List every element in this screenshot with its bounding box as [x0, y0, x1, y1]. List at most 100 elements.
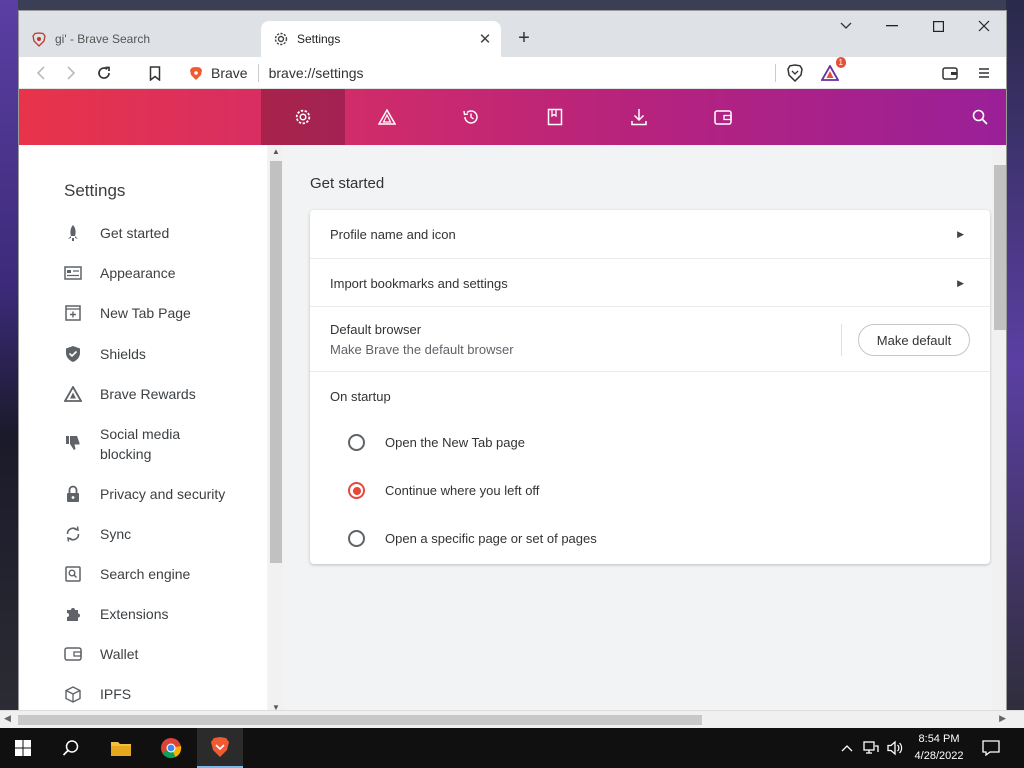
- new-tab-icon: [64, 304, 82, 322]
- bookmark-icon: [149, 65, 161, 81]
- wallet-button[interactable]: [938, 61, 962, 85]
- sidebar-item-sync[interactable]: Sync: [64, 524, 254, 544]
- chrome-button[interactable]: [148, 728, 194, 768]
- tab-title: gi' - Brave Search: [55, 32, 150, 46]
- sidebar-item-label: IPFS: [100, 686, 132, 702]
- page-scrollbar-thumb[interactable]: [994, 165, 1006, 330]
- minimize-button[interactable]: [869, 11, 915, 41]
- taskbar-search-button[interactable]: [48, 728, 94, 768]
- volume-button[interactable]: [885, 738, 905, 758]
- search-icon: [62, 740, 79, 756]
- sidebar-item-ipfs[interactable]: IPFS: [64, 684, 254, 704]
- brave-rewards-button[interactable]: 1: [818, 57, 846, 85]
- sidebar-item-label: New Tab Page: [100, 305, 191, 321]
- clock-time: 8:54 PM: [918, 733, 960, 745]
- sidebar-item-extensions[interactable]: Extensions: [64, 604, 254, 624]
- scroll-left-arrow-icon[interactable]: ◀: [4, 713, 11, 724]
- lock-icon: [64, 485, 82, 503]
- horizontal-scrollbar[interactable]: ◀ ▶: [0, 710, 1024, 728]
- brave-taskbar-button[interactable]: [197, 728, 243, 768]
- tab-search-button[interactable]: [823, 11, 869, 41]
- import-bookmarks-row[interactable]: Import bookmarks and settings ▶: [310, 259, 990, 307]
- sidebar-item-appearance[interactable]: Appearance: [64, 263, 254, 283]
- sidebar-scrollbar[interactable]: ▲ ▼: [269, 145, 283, 712]
- address-bar[interactable]: Brave brave://settings: [179, 60, 776, 86]
- close-tab-icon[interactable]: ✕: [475, 29, 495, 49]
- brave-lion-icon: [31, 31, 47, 47]
- radio-button[interactable]: [348, 434, 365, 451]
- sidebar-item-label: Sync: [100, 526, 132, 542]
- hamburger-menu-icon: [979, 68, 989, 78]
- show-hidden-icons-button[interactable]: [837, 738, 857, 758]
- arrow-right-icon: ▶: [957, 229, 964, 239]
- sidebar-item-wallet[interactable]: Wallet: [64, 644, 254, 664]
- sidebar-item-label: Get started: [100, 225, 170, 241]
- sidebar-item-privacy-security[interactable]: Privacy and security: [64, 484, 254, 504]
- forward-button[interactable]: [59, 61, 83, 85]
- nav-history[interactable]: [429, 89, 513, 145]
- settings-sidebar: Settings Get started Appearance New Tab …: [19, 145, 267, 712]
- desktop-background-left: [0, 0, 18, 728]
- profile-name-row[interactable]: Profile name and icon ▶: [310, 210, 990, 259]
- brave-shields-button[interactable]: [783, 61, 807, 85]
- sidebar-item-shields[interactable]: Shields: [64, 344, 254, 364]
- sidebar-scrollbar-thumb[interactable]: [270, 161, 282, 563]
- sidebar-item-label: Brave Rewards: [100, 386, 196, 402]
- make-default-button[interactable]: Make default: [858, 324, 970, 356]
- settings-content: Settings Get started Appearance New Tab …: [19, 145, 1006, 712]
- startup-option-continue[interactable]: Continue where you left off: [348, 482, 539, 499]
- maximize-button[interactable]: [915, 11, 961, 41]
- wallet-icon: [942, 66, 958, 80]
- page-scrollbar[interactable]: [992, 145, 1006, 712]
- sidebar-item-new-tab-page[interactable]: New Tab Page: [64, 303, 254, 323]
- wallet-icon: [64, 645, 82, 663]
- clock-date: 4/28/2022: [914, 750, 964, 762]
- start-button[interactable]: [0, 728, 46, 768]
- sidebar-item-get-started[interactable]: Get started: [64, 223, 254, 243]
- brave-shield-icon: [189, 66, 203, 81]
- notifications-button[interactable]: [981, 738, 1001, 758]
- startup-option-specific-pages[interactable]: Open a specific page or set of pages: [348, 530, 597, 547]
- brave-lion-icon: [787, 64, 803, 82]
- network-button[interactable]: [861, 738, 881, 758]
- chevron-up-icon: [841, 745, 853, 752]
- radio-button[interactable]: [348, 530, 365, 547]
- minimize-icon: [886, 25, 898, 27]
- nav-settings[interactable]: [261, 89, 345, 145]
- arrow-right-icon: ▶: [957, 278, 964, 288]
- url-text[interactable]: brave://settings: [269, 65, 364, 81]
- sidebar-item-label: Extensions: [100, 606, 169, 622]
- bookmark-button[interactable]: [143, 61, 167, 85]
- reload-button[interactable]: [92, 61, 116, 85]
- sidebar-item-search-engine[interactable]: Search engine: [64, 564, 254, 584]
- startup-option-new-tab[interactable]: Open the New Tab page: [348, 434, 525, 451]
- system-clock[interactable]: 8:54 PM 4/28/2022: [908, 731, 970, 765]
- taskbar: 8:54 PM 4/28/2022: [0, 728, 1024, 768]
- browser-window: gi' - Brave Search Settings ✕ + Brave br…: [18, 10, 1007, 713]
- back-button[interactable]: [29, 61, 53, 85]
- title-bar: gi' - Brave Search Settings ✕ +: [19, 11, 1006, 57]
- nav-bookmarks[interactable]: [513, 89, 597, 145]
- default-browser-title: Default browser: [330, 322, 422, 337]
- nav-downloads[interactable]: [597, 89, 681, 145]
- settings-header: [19, 89, 1006, 145]
- menu-button[interactable]: [972, 61, 996, 85]
- nav-rewards[interactable]: [345, 89, 429, 145]
- horizontal-scrollbar-thumb[interactable]: [18, 715, 702, 725]
- sidebar-item-social-media-blocking[interactable]: Social media blocking: [64, 424, 254, 464]
- chrome-icon: [161, 738, 182, 759]
- forward-arrow-icon: [67, 66, 76, 80]
- scroll-up-arrow-icon[interactable]: ▲: [272, 147, 280, 156]
- settings-search-button[interactable]: [968, 105, 992, 129]
- radio-button-checked[interactable]: [348, 482, 365, 499]
- sidebar-item-label: Social media blocking: [100, 426, 181, 462]
- tab-settings[interactable]: Settings ✕: [261, 21, 501, 57]
- scroll-right-arrow-icon[interactable]: ▶: [999, 713, 1006, 724]
- new-tab-button[interactable]: +: [511, 25, 537, 51]
- sidebar-item-brave-rewards[interactable]: Brave Rewards: [64, 384, 254, 404]
- file-explorer-button[interactable]: [98, 728, 144, 768]
- nav-wallet[interactable]: [681, 89, 765, 145]
- close-window-button[interactable]: [961, 11, 1006, 41]
- tab-brave-search[interactable]: gi' - Brave Search: [19, 21, 259, 57]
- search-icon: [972, 109, 988, 125]
